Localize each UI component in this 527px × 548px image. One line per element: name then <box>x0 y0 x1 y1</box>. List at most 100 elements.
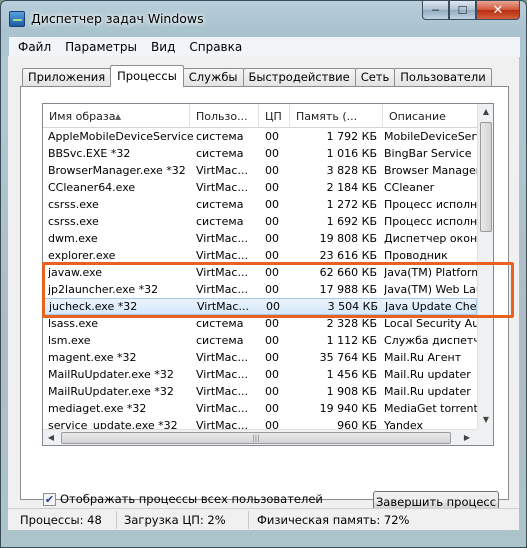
maximize-icon[interactable]: ☐ <box>449 1 476 20</box>
process-name: MailRuUpdater.exe *32 <box>48 385 174 398</box>
horizontal-scroll-thumb[interactable]: ||| <box>61 432 451 444</box>
process-description: Browser Manager <box>384 164 479 177</box>
process-memory: 23 616 КБ <box>319 249 377 262</box>
process-memory: 2 184 КБ <box>326 181 377 194</box>
table-row[interactable]: jp2launcher.exe *32 VirtMac... 00 17 988 КБ… <box>43 281 479 298</box>
column-cpu[interactable]: ЦП <box>259 104 290 128</box>
menu-file[interactable]: Файл <box>11 40 58 54</box>
process-cpu: 00 <box>266 300 280 313</box>
table-row[interactable]: lsm.exe система 00 1 112 КБ Служба диспетчер… <box>43 332 479 349</box>
scroll-left-icon[interactable]: ◀ <box>43 430 59 445</box>
table-row[interactable]: BBSvc.EXE *32 система 00 1 016 КБ BingBar Se… <box>43 145 477 162</box>
process-name: magent.exe *32 <box>48 351 137 364</box>
process-list[interactable]: Имя образа ▲ Пользо... ЦП Память (... Оп… <box>42 103 494 446</box>
process-user: система <box>196 198 244 211</box>
table-row-selected[interactable]: jucheck.exe *32 VirtMac... 00 3 504 КБ Java … <box>43 298 480 315</box>
scroll-right-icon[interactable]: ▶ <box>459 430 475 445</box>
process-description: Диспетчер окон рабо <box>384 232 479 245</box>
process-name: csrss.exe <box>48 215 99 228</box>
table-row[interactable]: javaw.exe VirtMac... 00 62 660 КБ Java(TM) P… <box>43 264 479 281</box>
tab-performance[interactable]: Быстродействие <box>242 68 356 87</box>
process-memory: 1 016 КБ <box>326 147 377 160</box>
window-title: Диспетчер задач Windows <box>31 11 204 26</box>
process-user: VirtMac... <box>196 368 248 381</box>
window-controls: ─ ☐ ✕ <box>422 1 520 21</box>
column-header-row: Имя образа ▲ Пользо... ЦП Память (... Оп… <box>43 104 477 128</box>
table-row[interactable]: explorer.exe VirtMac... 00 23 616 КБ Проводн… <box>43 247 477 264</box>
process-name: BrowserManager.exe *32 <box>48 164 186 177</box>
process-name: AppleMobileDeviceService.... <box>48 130 193 143</box>
show-all-users-option[interactable]: ✔ Отображать процессы всех пользователей <box>43 492 323 506</box>
process-name: csrss.exe <box>48 198 99 211</box>
show-all-checkbox[interactable]: ✔ <box>43 492 56 506</box>
process-cpu: 00 <box>265 147 279 160</box>
vertical-scroll-thumb[interactable] <box>480 122 492 232</box>
status-processes: Процессы: 48 <box>20 513 102 527</box>
process-cpu: 00 <box>265 215 279 228</box>
table-row[interactable]: csrss.exe система 00 1 692 КБ Процесс исполн… <box>43 213 479 230</box>
title-bar[interactable]: Диспетчер задач Windows ─ ☐ ✕ <box>1 1 526 37</box>
process-memory: 35 764 КБ <box>319 351 377 364</box>
horizontal-scrollbar[interactable]: ◀ ||| ▶ <box>43 429 477 445</box>
process-name: jp2launcher.exe *32 <box>48 283 159 296</box>
minimize-icon[interactable]: ─ <box>422 1 449 20</box>
table-row[interactable]: csrss.exe система 00 1 272 КБ Процесс исполн… <box>43 196 479 213</box>
column-label: Имя образа <box>49 110 116 123</box>
process-memory: 3 828 КБ <box>326 164 377 177</box>
sort-up-icon: ▲ <box>115 112 122 121</box>
process-cpu: 00 <box>265 368 279 381</box>
process-user: система <box>196 147 244 160</box>
menu-view[interactable]: Вид <box>144 40 182 54</box>
process-cpu: 00 <box>265 130 279 143</box>
tab-network[interactable]: Сеть <box>354 68 396 87</box>
process-cpu: 00 <box>265 385 279 398</box>
column-memory[interactable]: Память (... <box>290 104 383 128</box>
table-row[interactable]: BrowserManager.exe *32 VirtMac... 00 3 828 … <box>43 162 479 179</box>
show-all-label: Отображать процессы всех пользователей <box>60 492 323 506</box>
column-description[interactable]: Описание <box>383 104 477 128</box>
tab-applications[interactable]: Приложения <box>22 68 112 87</box>
menu-options[interactable]: Параметры <box>58 40 144 54</box>
table-row[interactable]: magent.exe *32 VirtMac... 00 35 764 КБ Mail.… <box>43 349 477 366</box>
tab-processes[interactable]: Процессы <box>110 65 184 87</box>
process-description: Java(TM) Platform SE <box>384 266 479 279</box>
process-memory: 19 940 КБ <box>319 402 377 415</box>
vertical-scrollbar[interactable]: ▲ ▼ <box>477 104 493 429</box>
process-cpu: 00 <box>265 283 279 296</box>
process-cpu: 00 <box>265 198 279 211</box>
table-row[interactable]: mediaget.exe *32 VirtMac... 00 19 940 КБ Med… <box>43 400 479 417</box>
status-divider <box>248 511 249 529</box>
tab-users[interactable]: Пользователи <box>394 68 492 87</box>
tab-services[interactable]: Службы <box>182 68 244 87</box>
close-icon[interactable]: ✕ <box>476 1 520 20</box>
process-user: VirtMac... <box>196 385 248 398</box>
table-row[interactable]: MailRuUpdater.exe *32 VirtMac... 00 1 456 К… <box>43 366 477 383</box>
column-user[interactable]: Пользо... <box>190 104 259 128</box>
process-cpu: 00 <box>265 334 279 347</box>
tab-strip: Приложения Процессы Службы Быстродействи… <box>22 65 492 87</box>
table-row[interactable]: dwm.exe VirtMac... 00 19 808 КБ Диспетчер ок… <box>43 230 479 247</box>
process-name: lsm.exe <box>48 334 91 347</box>
process-cpu: 00 <box>265 266 279 279</box>
process-memory: 17 988 КБ <box>319 283 377 296</box>
scrollbar-corner <box>477 429 493 445</box>
process-user: VirtMac... <box>196 351 248 364</box>
process-description: Служба диспетчера <box>384 334 479 347</box>
scroll-up-icon[interactable]: ▲ <box>478 104 493 120</box>
status-cpu: Загрузка ЦП: 2% <box>124 513 226 527</box>
table-row[interactable]: MailRuUpdater.exe *32 VirtMac... 00 1 908 К… <box>43 383 477 400</box>
scroll-down-icon[interactable]: ▼ <box>478 412 493 428</box>
table-row[interactable]: lsass.exe система 00 2 328 КБ Local Security… <box>43 315 479 332</box>
table-row[interactable]: AppleMobileDeviceService.... система 00 1 7… <box>43 128 479 145</box>
menu-help[interactable]: Справка <box>182 40 249 54</box>
column-image-name[interactable]: Имя образа ▲ <box>43 104 190 128</box>
status-divider <box>116 511 117 529</box>
process-cpu: 00 <box>265 232 279 245</box>
process-user: VirtMac... <box>196 402 248 415</box>
process-name: BBSvc.EXE *32 <box>48 147 131 160</box>
process-user: VirtMac... <box>196 249 248 262</box>
process-cpu: 00 <box>265 249 279 262</box>
process-cpu: 00 <box>265 317 279 330</box>
table-row[interactable]: CCleaner64.exe VirtMac... 00 2 184 КБ CClean… <box>43 179 477 196</box>
process-user: VirtMac... <box>196 164 248 177</box>
